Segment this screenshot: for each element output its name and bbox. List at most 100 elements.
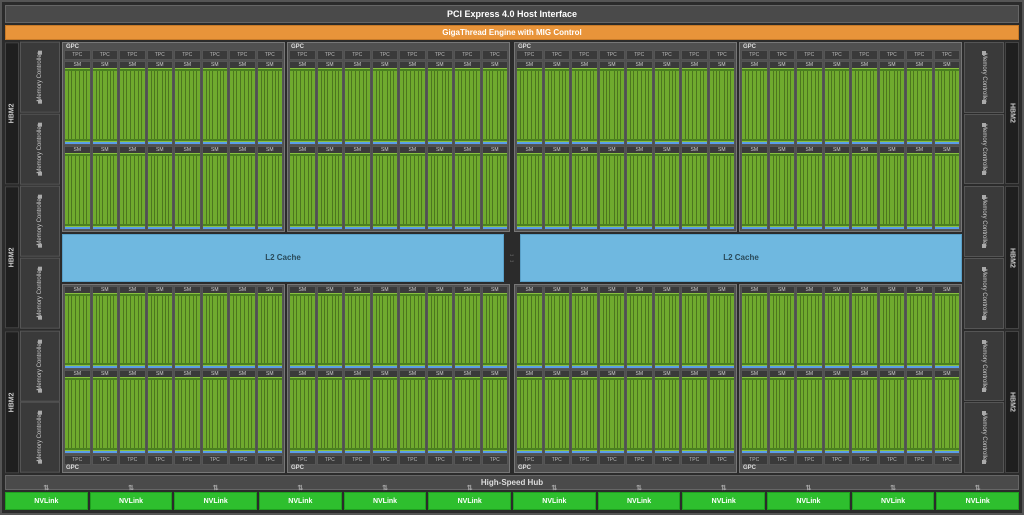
tpc-label-row: TPCTPCTPCTPCTPCTPCTPCTPC xyxy=(741,455,960,465)
gpc-label: GPC xyxy=(289,465,508,471)
sm-cores xyxy=(345,68,370,142)
sm-footer xyxy=(428,227,453,229)
sm-footer xyxy=(345,142,370,144)
sm-block: SM xyxy=(202,370,229,454)
l2-cache-left: L2 Cache xyxy=(62,234,504,282)
tpc-label: TPC xyxy=(119,455,146,465)
sm-footer xyxy=(770,451,795,453)
sm-cores xyxy=(655,153,680,227)
memory-controller: Memory Controller xyxy=(20,258,60,329)
sm-block: SM xyxy=(934,286,961,370)
sm-footer xyxy=(373,142,398,144)
sm-block: SM xyxy=(257,286,284,370)
sm-block: SM xyxy=(257,61,284,145)
sm-block: SM xyxy=(317,146,344,230)
sm-cores xyxy=(852,153,877,227)
sm-block: SM xyxy=(516,370,543,454)
compute-center: GPCTPCTPCTPCTPCTPCTPCTPCTPCSMSMSMSMSMSMS… xyxy=(62,42,962,473)
sm-cores xyxy=(770,293,795,367)
tpc-label: TPC xyxy=(289,50,316,60)
memory-controller: Memory Controller xyxy=(20,186,60,257)
sm-cores xyxy=(825,293,850,367)
tpc-label: TPC xyxy=(626,455,653,465)
sm-block: SM xyxy=(372,61,399,145)
nvlink-block: NVLink xyxy=(936,492,1019,510)
sm-footer xyxy=(682,451,707,453)
tpc-label: TPC xyxy=(399,455,426,465)
sm-block: SM xyxy=(174,61,201,145)
sm-block: SM xyxy=(769,146,796,230)
sm-block: SM xyxy=(544,286,571,370)
sm-footer xyxy=(318,451,343,453)
gpc-label: GPC xyxy=(516,465,735,471)
tpc-label: TPC xyxy=(372,455,399,465)
tpc-label: TPC xyxy=(824,455,851,465)
sm-block: SM xyxy=(626,61,653,145)
sm-row: SMSMSMSMSMSMSMSM xyxy=(289,146,508,230)
tpc-label: TPC xyxy=(516,455,543,465)
tpc-label: TPC xyxy=(851,50,878,60)
sm-footer xyxy=(65,366,90,368)
sm-cores xyxy=(258,68,283,142)
sm-block: SM xyxy=(709,286,736,370)
gpu-die-diagram: PCI Express 4.0 Host Interface GigaThrea… xyxy=(0,0,1024,515)
tpc-label: TPC xyxy=(709,455,736,465)
sm-footer xyxy=(175,451,200,453)
sm-block: SM xyxy=(571,146,598,230)
sm-footer xyxy=(825,227,850,229)
sm-cores xyxy=(572,153,597,227)
sm-block: SM xyxy=(317,370,344,454)
sm-grid: SMSMSMSMSMSMSMSMSMSMSMSMSMSMSMSM xyxy=(289,286,508,455)
tpc-label-row: TPCTPCTPCTPCTPCTPCTPCTPC xyxy=(64,455,283,465)
tpc-label: TPC xyxy=(119,50,146,60)
sm-cores xyxy=(880,377,905,451)
sm-block: SM xyxy=(399,370,426,454)
sm-footer xyxy=(655,227,680,229)
sm-row: SMSMSMSMSMSMSMSM xyxy=(741,61,960,145)
sm-footer xyxy=(175,366,200,368)
sm-footer xyxy=(682,227,707,229)
nvlink-block: NVLink xyxy=(428,492,511,510)
tpc-label: TPC xyxy=(879,50,906,60)
sm-cores xyxy=(797,377,822,451)
sm-block: SM xyxy=(824,61,851,145)
nvlink-block: NVLink xyxy=(174,492,257,510)
sm-footer xyxy=(483,227,508,229)
sm-footer xyxy=(175,142,200,144)
sm-block: SM xyxy=(934,61,961,145)
sm-block: SM xyxy=(654,370,681,454)
memory-controller: Memory Controller xyxy=(20,114,60,185)
sm-block: SM xyxy=(626,370,653,454)
sm-cores xyxy=(545,68,570,142)
sm-block: SM xyxy=(317,286,344,370)
sm-block: SM xyxy=(571,61,598,145)
sm-block: SM xyxy=(516,61,543,145)
gpc-block: GPCTPCTPCTPCTPCTPCTPCTPCTPCSMSMSMSMSMSMS… xyxy=(739,42,962,232)
tpc-label: TPC xyxy=(599,50,626,60)
sm-block: SM xyxy=(482,370,509,454)
sm-block: SM xyxy=(709,146,736,230)
sm-cores xyxy=(880,68,905,142)
memory-controller: Memory Controller xyxy=(964,258,1004,329)
sm-block: SM xyxy=(454,370,481,454)
sm-block: SM xyxy=(147,370,174,454)
sm-footer xyxy=(710,142,735,144)
sm-footer xyxy=(230,227,255,229)
hbm-stack: HBM2Memory ControllerMemory Controller xyxy=(964,331,1019,473)
sm-cores xyxy=(627,153,652,227)
sm-footer xyxy=(318,227,343,229)
sm-block: SM xyxy=(202,286,229,370)
sm-block: SM xyxy=(571,286,598,370)
sm-block: SM xyxy=(229,286,256,370)
sm-cores xyxy=(935,377,960,451)
sm-block: SM xyxy=(654,146,681,230)
sm-cores xyxy=(852,68,877,142)
sm-footer xyxy=(230,366,255,368)
sm-cores xyxy=(345,377,370,451)
sm-block: SM xyxy=(372,146,399,230)
sm-cores xyxy=(230,153,255,227)
sm-footer xyxy=(742,451,767,453)
sm-footer xyxy=(600,451,625,453)
sm-footer xyxy=(400,227,425,229)
sm-cores xyxy=(935,153,960,227)
